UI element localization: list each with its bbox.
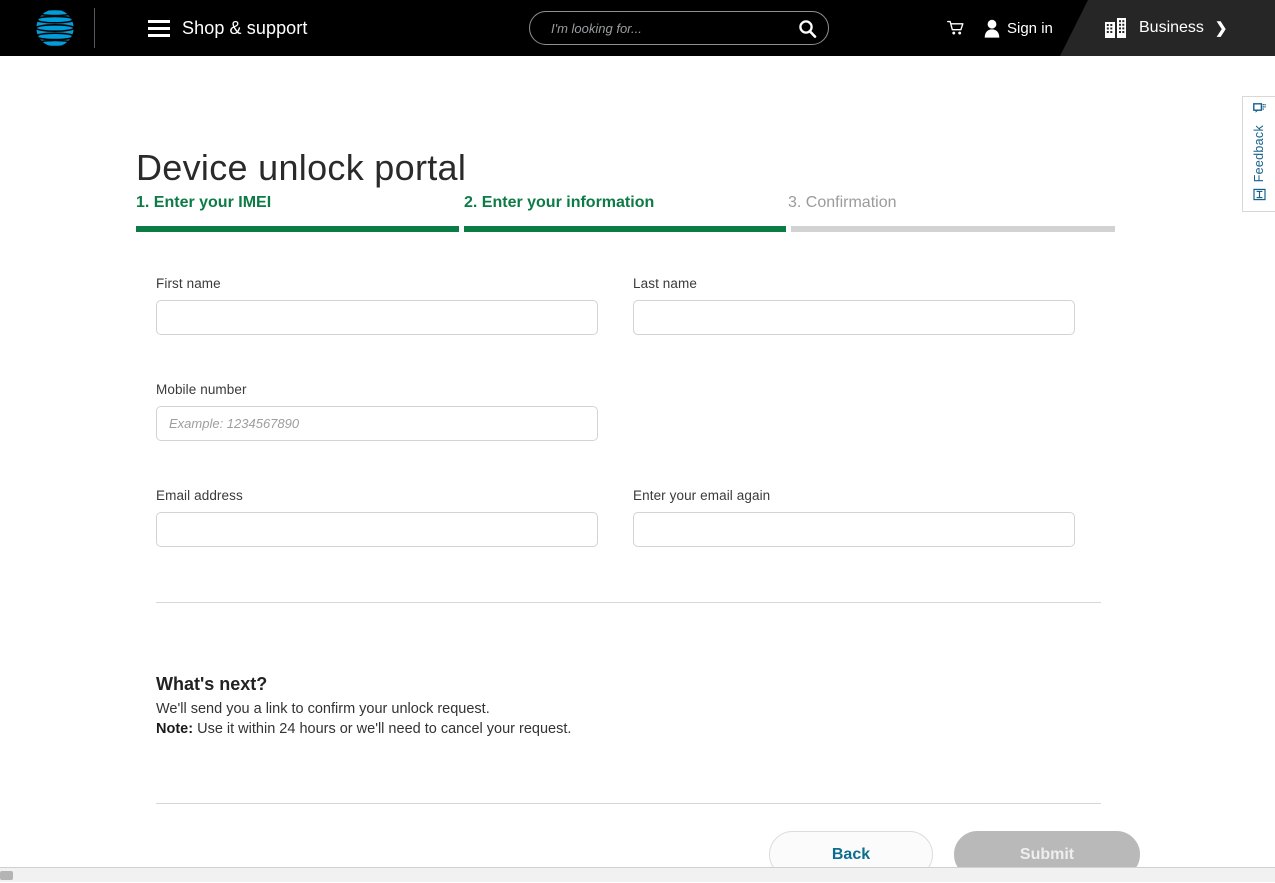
mobile-number-label: Mobile number [156,382,247,397]
step-bar-information [464,226,786,232]
step-progress: 1. Enter your IMEI 2. Enter your informa… [136,194,1115,236]
step-label: 2. Enter your information [464,194,655,211]
email-confirm-label: Enter your email again [633,488,771,503]
step-bar-imei [136,226,459,232]
section-divider-bottom [156,803,1101,804]
shopping-cart-icon [947,20,964,35]
cart-button[interactable] [941,14,971,42]
sign-in-button[interactable]: Sign in [984,13,1053,43]
email-address-input[interactable] [156,512,598,547]
chevron-right-icon: ❯ [1214,19,1228,37]
comment-icon [1252,103,1266,120]
whats-next-line-2: Note: Use it within 24 hours or we'll ne… [156,721,571,737]
field-mobile-number: Mobile number [156,382,598,441]
page-title: Device unlock portal [136,147,467,189]
search-icon [798,19,816,38]
business-building-icon [1105,18,1126,38]
step-item-information[interactable]: 2. Enter your information [464,194,654,212]
business-label: Business [1139,19,1204,36]
site-header: Shop & support Sign in [0,0,1275,56]
field-first-name: First name [156,276,598,335]
field-email-confirm: Enter your email again [633,488,1075,547]
shop-support-menu[interactable]: Shop & support [148,13,307,43]
step-item-imei[interactable]: 1. Enter your IMEI [136,194,271,212]
step-label: 1. Enter your IMEI [136,194,272,211]
step-bar-confirmation [791,226,1115,232]
whats-next-title: What's next? [156,673,268,694]
hamburger-menu-icon[interactable] [148,19,170,37]
sign-in-label: Sign in [1007,19,1053,37]
section-divider-top [156,602,1101,603]
expand-icon [1252,188,1266,205]
step-item-confirmation: 3. Confirmation [788,194,897,212]
field-last-name: Last name [633,276,1075,335]
business-link[interactable]: Business ❯ [1104,14,1228,42]
whats-next-line-1: We'll send you a link to confirm your un… [156,701,490,717]
search-input[interactable] [530,20,786,36]
email-address-label: Email address [156,488,243,503]
horizontal-scrollbar[interactable] [0,867,1275,882]
feedback-tab[interactable]: Feedback [1242,96,1275,212]
search-button[interactable] [786,12,828,44]
whats-next-note-label: Note: [156,721,194,737]
header-divider [94,8,95,48]
user-account-icon [984,19,1000,38]
mobile-number-input[interactable] [156,406,598,441]
search-box[interactable] [529,11,829,45]
whats-next-note-text: Use it within 24 hours or we'll need to … [193,721,572,737]
field-email-address: Email address [156,488,598,547]
att-globe-icon [35,8,75,48]
last-name-label: Last name [633,276,697,291]
last-name-input[interactable] [633,300,1075,335]
page-body: Device unlock portal 1. Enter your IMEI … [0,56,1275,882]
att-globe-logo[interactable] [32,5,78,51]
scrollbar-thumb[interactable] [0,871,13,880]
feedback-label: Feedback [1252,125,1266,183]
shop-support-label: Shop & support [182,17,308,38]
first-name-input[interactable] [156,300,598,335]
first-name-label: First name [156,276,221,291]
step-label: 3. Confirmation [788,194,897,211]
email-confirm-input[interactable] [633,512,1075,547]
